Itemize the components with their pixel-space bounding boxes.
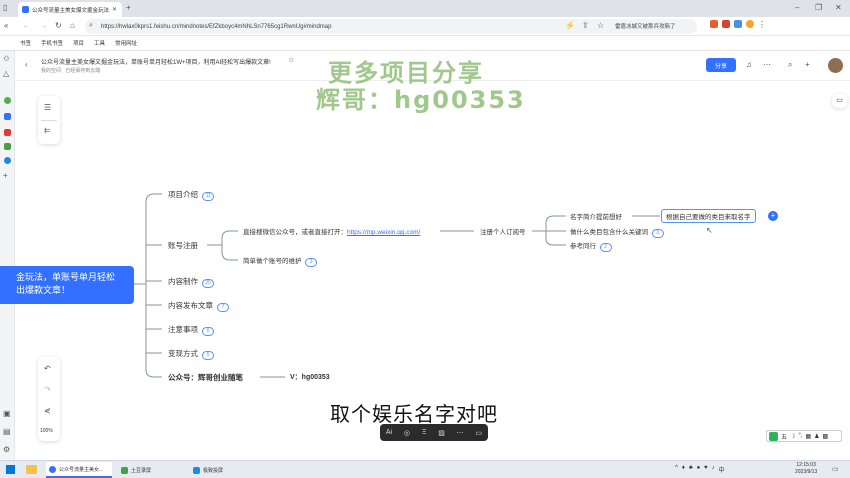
branch-node[interactable]: 注意事项 6 [168,324,215,336]
branch-node[interactable]: 变现方式 5 [168,348,215,360]
ime-mode-icon[interactable]: 五 [781,432,787,441]
collapsed-count-badge[interactable]: 5 [202,351,215,360]
ime-moon-icon[interactable]: ☽ [790,433,795,440]
contact-node[interactable]: V：hg00353 [290,372,330,382]
text-icon[interactable]: Ξ [422,429,427,436]
branch-node[interactable]: 内容发布文章 7 [168,300,230,312]
mindmap-root-node[interactable]: 金玩法，单账号单月轻松 出爆款文章！ [0,266,134,304]
taskbar: 公众号流量主美女... 土豆录屏 极致投屏 ^ ♦ ♣ ♠ ♥ ♪ 中 12:1… [0,460,850,478]
screencast-icon [193,466,200,474]
ime-toolbar: 五 ☽ °, ▦ ♟ ▩ [766,430,842,442]
start-icon[interactable] [6,465,15,474]
collapsed-count-badge[interactable]: 7 [217,303,230,312]
video-caption: 取个娱乐名字对吧 [330,402,498,426]
browser-icon [49,465,56,473]
ime-keyboard-icon[interactable]: ▦ [805,433,811,440]
format-toolbar: Ai ◎ Ξ ▨ ⋯ ▭ [380,424,488,441]
branch-node[interactable]: 项目介绍 11 [168,189,215,201]
collapsed-count-badge[interactable]: 2 [599,243,612,252]
clock[interactable]: 12:15:03 2023/9/13 [795,462,817,476]
image-icon[interactable]: ▨ [438,429,445,437]
collapsed-count-badge[interactable]: 25 [202,279,215,288]
notification-icon[interactable]: ▭ [832,465,839,475]
comment-icon[interactable]: ▭ [475,429,482,437]
branch-node[interactable]: 账号注册 [168,240,198,251]
ime-user-icon[interactable]: ♟ [814,433,819,440]
collapsed-count-badge[interactable]: 3 [305,258,318,267]
editing-node[interactable]: 根据自己要做的类目来取名字 [661,209,756,223]
branch-node[interactable]: 公众号：辉哥创业随笔 [168,372,243,383]
mouse-cursor-icon: ↖ [706,226,713,235]
add-node-icon[interactable]: + [768,211,778,221]
ime-punct-icon[interactable]: °, [798,433,802,439]
child-node[interactable]: 直接搜微信公众号，或者直接打开：https://mp.weixin.qq.com… [243,226,420,236]
tray-app-icon[interactable]: ♦ [682,465,685,474]
name-links [532,215,566,246]
ime-grid-icon[interactable]: ▩ [823,433,829,440]
branch-node[interactable]: 内容制作 25 [168,276,215,288]
recorder-icon [121,466,128,474]
tray-expand-icon[interactable]: ^ [675,465,678,474]
wechat-mp-link[interactable]: https://mp.weixin.qq.com/ [347,229,420,236]
tray-app-icon[interactable]: ♣ [689,465,693,474]
taskbar-app[interactable]: 公众号流量主美女... [46,462,112,478]
tray-app-icon[interactable]: ♠ [697,465,700,474]
collapsed-count-badge[interactable]: 3 [651,229,664,238]
ime-indicator[interactable]: 中 [719,465,725,474]
child-node[interactable]: 做什么类目包含什么关键词 3 [570,226,664,238]
taskbar-app[interactable]: 极致投屏 [190,462,256,478]
ime-logo-icon[interactable] [769,431,778,441]
subscribe-node[interactable]: 注册个人订阅号 [480,226,526,236]
file-explorer-icon[interactable] [26,465,37,474]
system-tray: ^ ♦ ♣ ♠ ♥ ♪ 中 [675,465,725,474]
ai-icon[interactable]: Ai [386,429,392,436]
style-icon[interactable]: ◎ [404,429,410,437]
taskbar-app[interactable]: 土豆录屏 [118,462,184,478]
collapsed-count-badge[interactable]: 6 [202,327,215,336]
tray-app-icon[interactable]: ♥ [704,465,708,474]
child-node[interactable]: 参考同行 2 [570,240,612,252]
volume-icon[interactable]: ♪ [712,465,715,474]
more-icon[interactable]: ⋯ [457,429,464,437]
mindmap-connectors [134,193,660,378]
child-node[interactable]: 名字简介提前想好 [570,211,622,221]
branch-links [146,244,162,354]
branch-trunk [145,193,162,378]
collapsed-count-badge[interactable]: 11 [202,192,215,201]
child-node[interactable]: 简单做个账号的维护 3 [243,255,318,267]
